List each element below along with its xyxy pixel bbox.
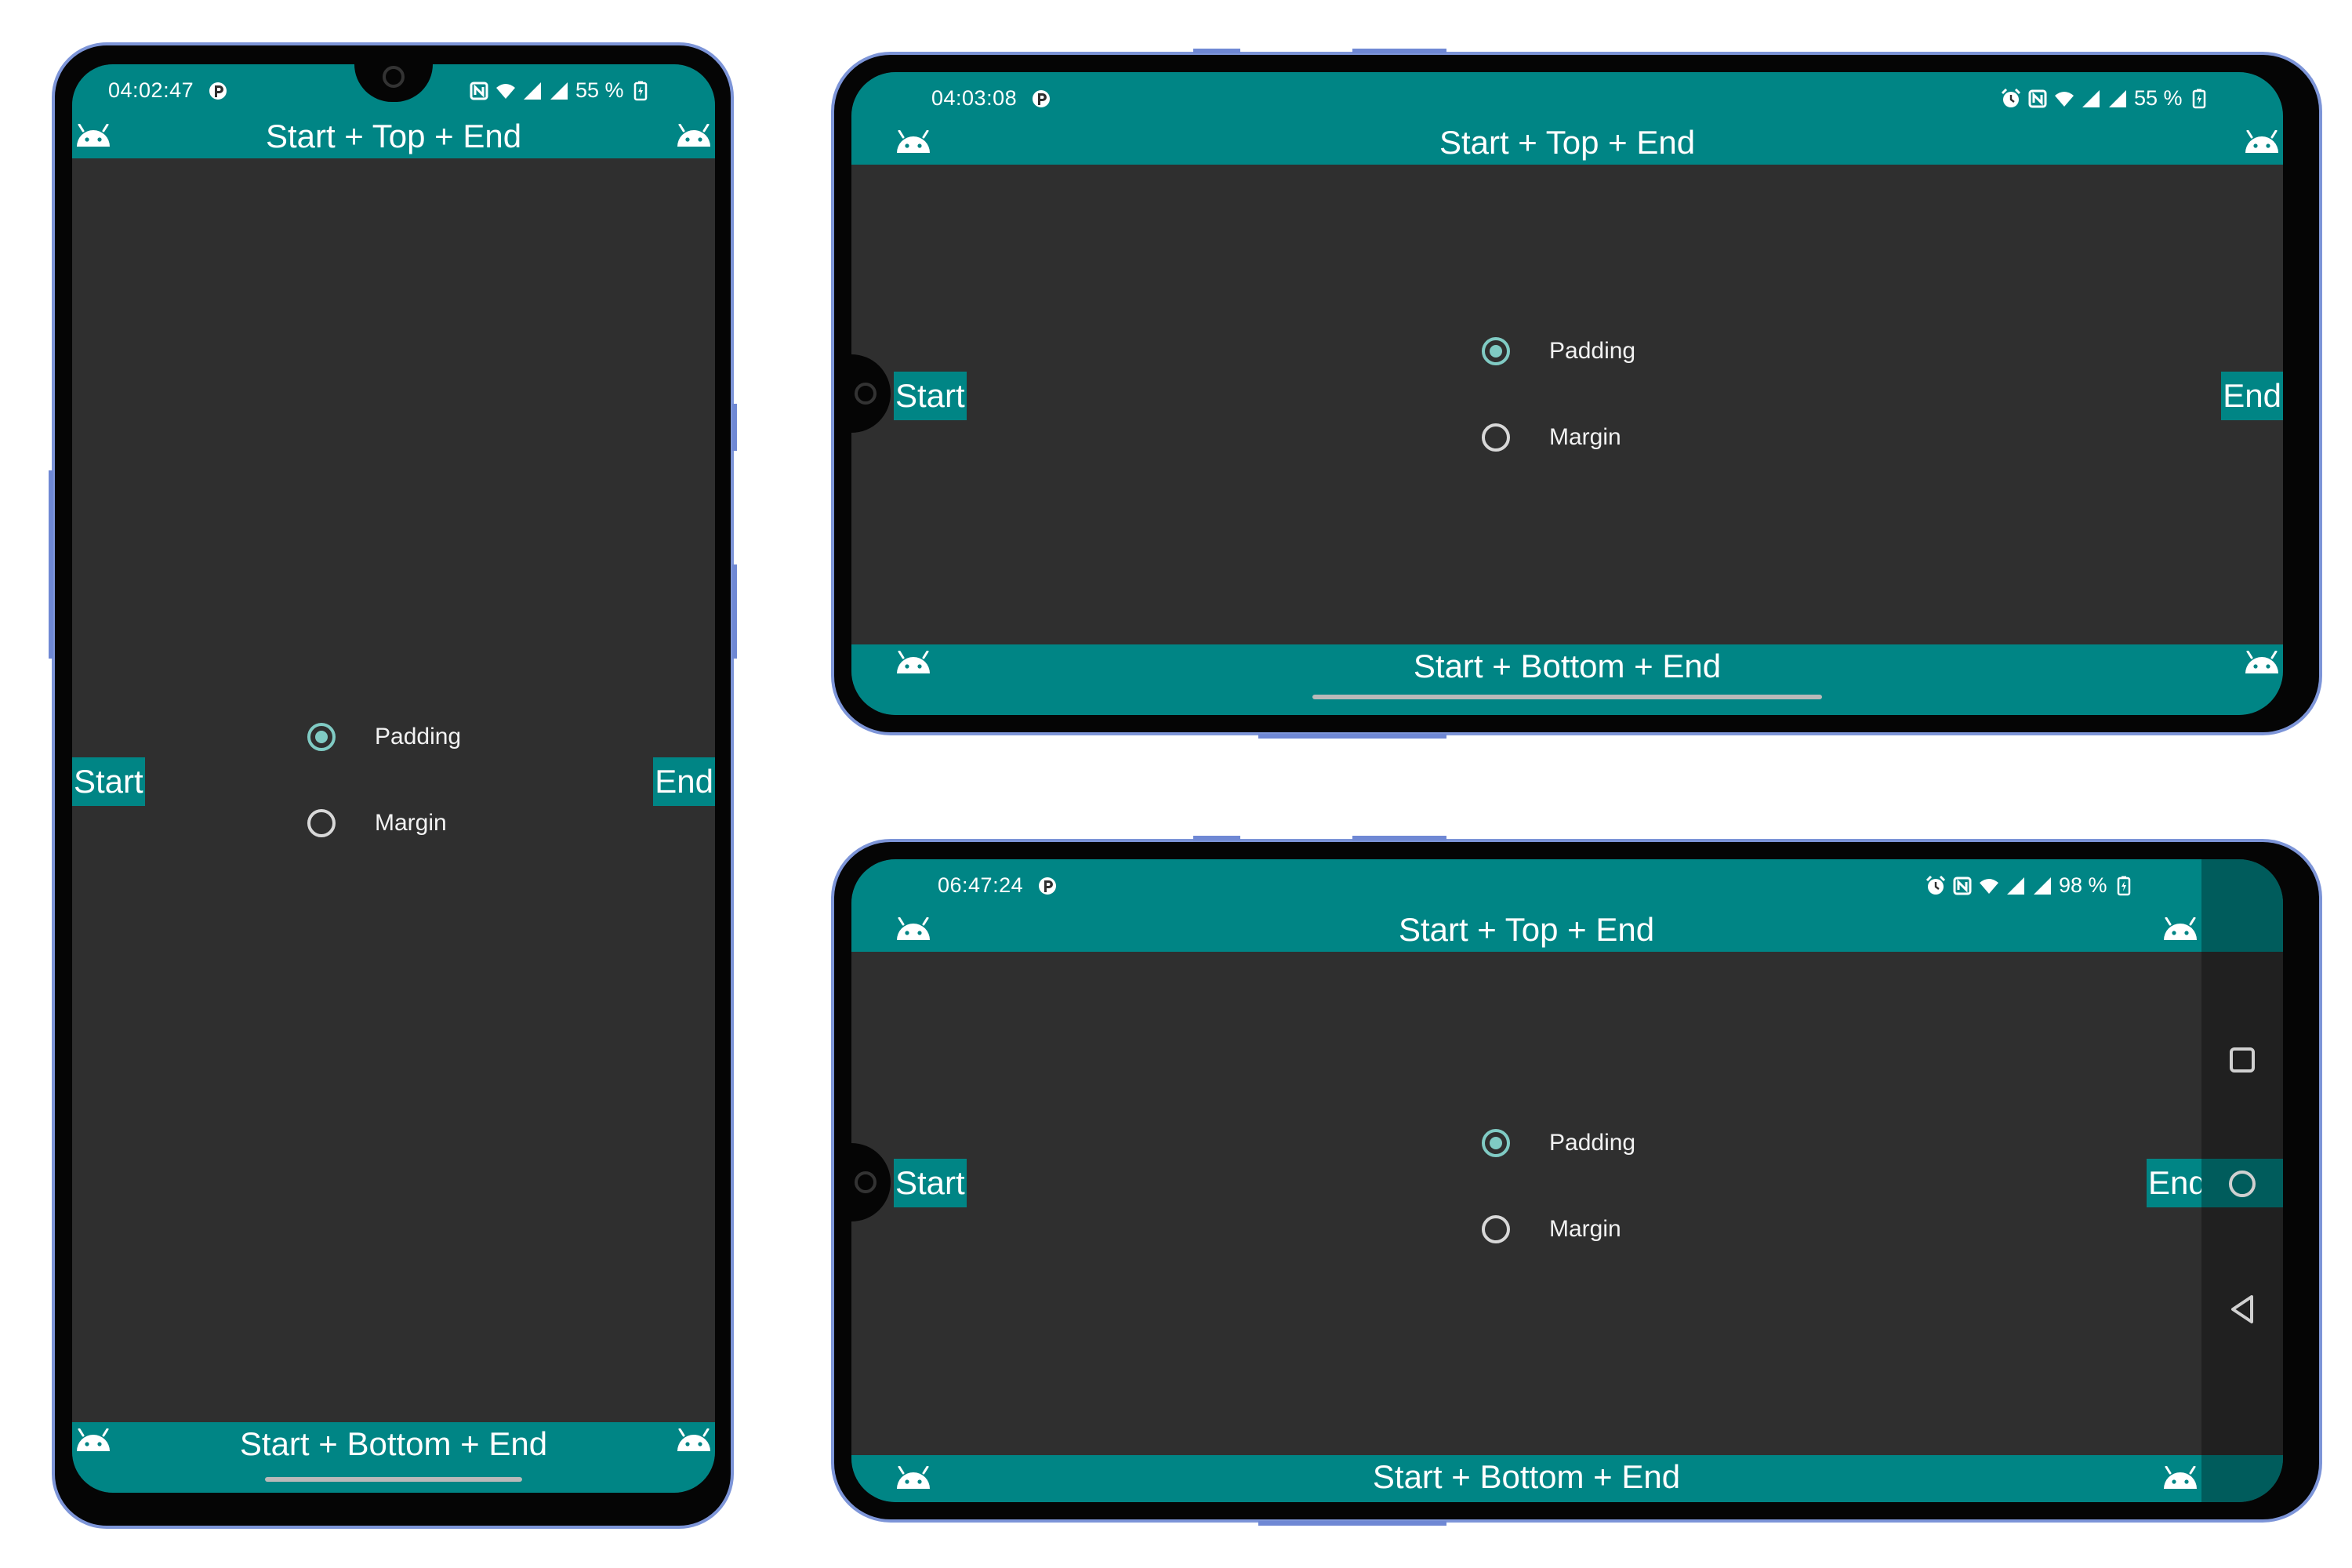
landscape-gesture-screen: 04:03:08 55 % Start + Top + End Start En… <box>851 72 2283 715</box>
radio-margin[interactable]: Margin <box>1482 1215 1621 1243</box>
nfc-icon <box>2027 89 2048 109</box>
end-label: End <box>653 757 715 806</box>
top-bar-label: Start + Top + End <box>1439 124 1696 161</box>
data-saver-icon <box>208 81 228 101</box>
clock: 04:02:47 <box>108 78 194 102</box>
radio-margin[interactable]: Margin <box>307 809 447 837</box>
data-saver-icon <box>1037 876 1058 896</box>
alarm-icon <box>2001 89 2021 109</box>
radio-button-selected[interactable] <box>1482 337 1510 365</box>
recents-icon[interactable] <box>2228 1046 2256 1074</box>
portrait-screen: 04:02:47 55 % Start + Top + End Start En… <box>72 64 715 1493</box>
start-label: Start <box>894 372 967 420</box>
radio-label: Padding <box>1549 1130 1636 1156</box>
clock: 04:03:08 <box>931 86 1018 110</box>
radio-button-selected[interactable] <box>307 723 336 751</box>
battery-icon <box>2114 876 2134 896</box>
radio-padding[interactable]: Padding <box>1482 337 1635 365</box>
bottom-bar-label: Start + Bottom + End <box>1372 1458 1681 1495</box>
start-label: Start <box>894 1159 967 1207</box>
volume-button <box>1352 836 1446 840</box>
signal-icon <box>2005 876 2026 896</box>
front-camera <box>383 66 405 88</box>
status-bar-right: 98 % <box>1926 873 2134 898</box>
radio-label: Margin <box>1549 1216 1621 1242</box>
back-icon[interactable] <box>2228 1294 2256 1325</box>
battery-percent: 55 % <box>2134 86 2183 110</box>
battery-percent: 55 % <box>575 78 624 102</box>
radio-button[interactable] <box>1482 423 1510 452</box>
radio-button[interactable] <box>307 809 336 837</box>
bottom-bar-label: Start + Bottom + End <box>239 1425 548 1462</box>
home-icon[interactable] <box>2227 1168 2258 1200</box>
front-camera <box>855 1171 877 1193</box>
wifi-icon <box>2054 89 2074 109</box>
radio-padding[interactable]: Padding <box>307 723 461 751</box>
signal-icon <box>522 81 543 101</box>
radio-label: Margin <box>375 810 447 836</box>
power-button <box>1258 734 1446 739</box>
battery-icon <box>2189 89 2209 109</box>
gesture-home-indicator[interactable] <box>265 1477 522 1482</box>
status-bar-left: 04:03:08 <box>931 86 1051 111</box>
power-button <box>1258 1521 1446 1526</box>
signal-icon <box>2107 89 2128 109</box>
radio-button[interactable] <box>1482 1215 1510 1243</box>
radio-margin[interactable]: Margin <box>1482 423 1621 452</box>
clock: 06:47:24 <box>938 873 1024 897</box>
signal-icon <box>2081 89 2101 109</box>
radio-padding[interactable]: Padding <box>1482 1129 1635 1157</box>
battery-percent: 98 % <box>2059 873 2107 897</box>
radio-label: Padding <box>1549 338 1636 364</box>
status-bar-left: 06:47:24 <box>938 873 1058 898</box>
status-bar-right: 55 % <box>469 78 651 103</box>
nfc-icon <box>469 81 489 101</box>
radio-label: Padding <box>375 724 462 750</box>
wifi-icon <box>1979 876 1999 896</box>
volume-button <box>1352 49 1446 53</box>
status-bar-right: 55 % <box>2001 86 2209 111</box>
wifi-icon <box>495 81 516 101</box>
status-bar-left: 04:02:47 <box>108 78 228 103</box>
alarm-icon <box>1926 876 1946 896</box>
battery-icon <box>630 81 651 101</box>
volume-button <box>49 470 53 659</box>
gesture-home-indicator[interactable] <box>1312 695 1822 699</box>
signal-icon <box>2032 876 2053 896</box>
top-bar-label: Start + Top + End <box>1398 911 1655 948</box>
bottom-bar-label: Start + Bottom + End <box>1413 648 1722 684</box>
start-label: Start <box>72 757 145 806</box>
top-bar-label: Start + Top + End <box>265 118 522 154</box>
front-camera <box>855 383 877 405</box>
data-saver-icon <box>1031 89 1051 109</box>
power-button <box>732 404 737 451</box>
radio-label: Margin <box>1549 424 1621 450</box>
end-label: End <box>2221 372 2283 420</box>
power-button <box>732 564 737 659</box>
landscape-navbar-screen: 06:47:24 98 % Start + Top + End Start En… <box>851 859 2283 1502</box>
end-label: End <box>2147 1159 2209 1207</box>
radio-button-selected[interactable] <box>1482 1129 1510 1157</box>
signal-icon <box>549 81 569 101</box>
volume-button <box>1193 836 1240 840</box>
volume-button <box>1193 49 1240 53</box>
nfc-icon <box>1952 876 1973 896</box>
